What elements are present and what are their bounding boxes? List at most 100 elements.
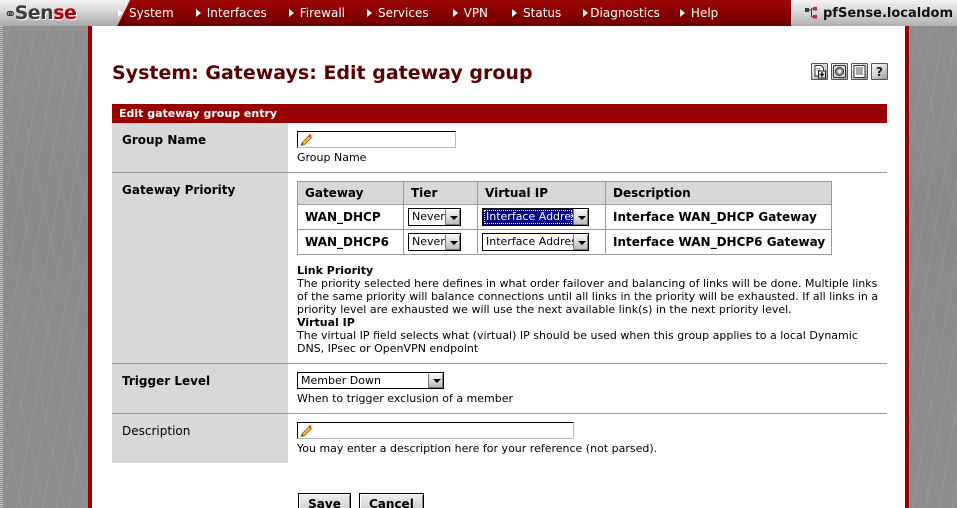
cancel-button[interactable]: Cancel xyxy=(359,493,424,508)
table-header-row: Gateway Tier Virtual IP Description xyxy=(297,181,833,205)
tier-select-wan-dhcp[interactable]: Never xyxy=(408,208,461,226)
nav-label: VPN xyxy=(463,6,489,20)
chevron-right-icon xyxy=(118,9,123,17)
logo-se-text: se xyxy=(53,1,77,24)
chevron-right-icon xyxy=(512,9,518,17)
field-trigger-level: Member Down When to trigger exclusion of… xyxy=(288,364,887,413)
add-new-icon[interactable] xyxy=(811,63,828,80)
chevron-down-icon xyxy=(445,234,460,250)
list-log-icon[interactable] xyxy=(851,63,868,80)
nav-item-status[interactable]: Status xyxy=(512,0,561,26)
nav-label: System xyxy=(129,6,174,20)
column-header-virtual-ip: Virtual IP xyxy=(477,181,606,205)
pencil-icon xyxy=(299,133,314,151)
host-tab[interactable]: pfSense.localdom xyxy=(791,0,957,26)
virtual-ip-select-wan-dhcp6[interactable]: Interface Address xyxy=(482,233,589,251)
nav-item-firewall[interactable]: Firewall xyxy=(288,0,345,26)
cell-description: Interface WAN_DHCP6 Gateway xyxy=(604,229,833,255)
gateway-priority-table: Gateway Tier Virtual IP Description WAN_… xyxy=(297,181,833,255)
form-row-group-name: Group Name Group Name xyxy=(112,123,887,173)
logo-sen-text: Sen xyxy=(14,1,54,24)
background-texture-right xyxy=(909,0,957,508)
chevron-right-icon xyxy=(452,9,458,17)
chevron-right-icon xyxy=(367,9,372,17)
chevron-down-icon xyxy=(573,234,588,250)
label-trigger-level: Trigger Level xyxy=(112,364,288,413)
field-gateway-priority: Gateway Tier Virtual IP Description WAN_… xyxy=(288,173,887,363)
cell-gateway-name: WAN_DHCP xyxy=(297,204,404,230)
help-group-name: Group Name xyxy=(297,151,367,164)
tier-select-wan-dhcp6[interactable]: Never xyxy=(408,233,461,251)
save-button[interactable]: Save xyxy=(298,493,351,508)
form-rows: Group Name Group Name Gateway Priority G… xyxy=(112,123,887,463)
column-header-description: Description xyxy=(604,181,833,205)
label-gateway-priority: Gateway Priority xyxy=(112,173,288,363)
nav-label: Diagnostics xyxy=(590,6,660,20)
nav-item-vpn[interactable]: VPN xyxy=(452,0,489,26)
nav-item-interfaces[interactable]: Interfaces xyxy=(195,0,267,26)
virtual-ip-select-value: Interface Address xyxy=(483,209,573,225)
pfsense-gateway-group-page: ⚭Sense System Interfaces Firewall Servic… xyxy=(0,0,957,508)
nav-item-services[interactable]: Services xyxy=(367,0,429,26)
cell-virtual-ip: Interface Address xyxy=(477,204,606,230)
field-description: You may enter a description here for you… xyxy=(288,414,887,463)
nav-menu: System Interfaces Firewall Services VPN … xyxy=(118,0,718,26)
field-group-name: Group Name xyxy=(288,123,887,172)
content-canvas: System: Gateways: Edit gateway group ? E… xyxy=(92,26,905,508)
form-actions: Save Cancel xyxy=(112,493,887,508)
group-name-input[interactable] xyxy=(297,131,456,148)
cell-gateway-name: WAN_DHCP6 xyxy=(297,229,404,255)
host-tab-label: pfSense.localdom xyxy=(823,5,953,21)
label-group-name: Group Name xyxy=(112,123,288,172)
label-description: Description xyxy=(112,414,288,463)
chevron-down-icon xyxy=(445,209,460,225)
column-header-gateway: Gateway xyxy=(297,181,404,205)
svg-text:?: ? xyxy=(876,65,883,79)
network-node-icon xyxy=(805,6,818,20)
nav-label: Help xyxy=(690,6,719,20)
nav-item-help[interactable]: Help xyxy=(679,0,719,26)
nav-label: Status xyxy=(523,6,562,20)
background-texture-left xyxy=(0,0,88,508)
content-border-right xyxy=(905,26,909,508)
column-header-tier: Tier xyxy=(403,181,478,205)
nav-label: Firewall xyxy=(299,6,345,20)
nav-item-system[interactable]: System xyxy=(118,0,174,26)
note-body-link-priority: The priority selected here defines in wh… xyxy=(297,277,879,316)
cell-tier: Never xyxy=(403,204,478,230)
form-row-trigger-level: Trigger Level Member Down When to trigge… xyxy=(112,364,887,414)
cell-virtual-ip: Interface Address xyxy=(477,229,606,255)
virtual-ip-select-wan-dhcp[interactable]: Interface Address xyxy=(482,208,589,226)
cell-description: Interface WAN_DHCP Gateway xyxy=(604,204,833,230)
note-title-link-priority: Link Priority xyxy=(297,264,374,277)
page-title: System: Gateways: Edit gateway group xyxy=(112,62,533,84)
nav-label: Interfaces xyxy=(206,6,267,20)
chevron-down-icon xyxy=(428,373,443,388)
chevron-right-icon xyxy=(583,9,589,17)
chevron-right-icon xyxy=(679,9,685,17)
pf-glyph-icon: ⚭ xyxy=(4,4,17,23)
description-input[interactable] xyxy=(297,422,574,439)
trigger-level-value: Member Down xyxy=(301,374,381,387)
nav-item-diagnostics[interactable]: Diagnostics xyxy=(583,0,660,26)
table-row: WAN_DHCP6 Never Interface Address Interf… xyxy=(297,229,833,255)
help-trigger-level: When to trigger exclusion of a member xyxy=(297,392,514,405)
trigger-level-select[interactable]: Member Down xyxy=(297,372,444,389)
title-icon-group: ? xyxy=(811,63,888,80)
cell-tier: Never xyxy=(403,229,478,255)
top-navigation-bar: ⚭Sense System Interfaces Firewall Servic… xyxy=(0,0,957,26)
pencil-icon xyxy=(299,424,314,442)
tier-select-value: Never xyxy=(412,210,445,223)
help-description: You may enter a description here for you… xyxy=(297,442,658,455)
form-row-description: Description You may enter a description … xyxy=(112,414,887,463)
nav-label: Services xyxy=(378,6,429,20)
tier-select-value: Never xyxy=(412,235,445,248)
window-edge-dots xyxy=(0,0,3,508)
chevron-right-icon xyxy=(195,9,201,17)
gateway-priority-notes: Link Priority The priority selected here… xyxy=(297,264,879,355)
virtual-ip-select-value: Interface Address xyxy=(486,235,573,248)
form-row-gateway-priority: Gateway Priority Gateway Tier Virtual IP… xyxy=(112,173,887,364)
save-disk-icon[interactable] xyxy=(831,63,848,80)
section-header: Edit gateway group entry xyxy=(112,104,887,123)
help-question-icon[interactable]: ? xyxy=(871,63,888,80)
